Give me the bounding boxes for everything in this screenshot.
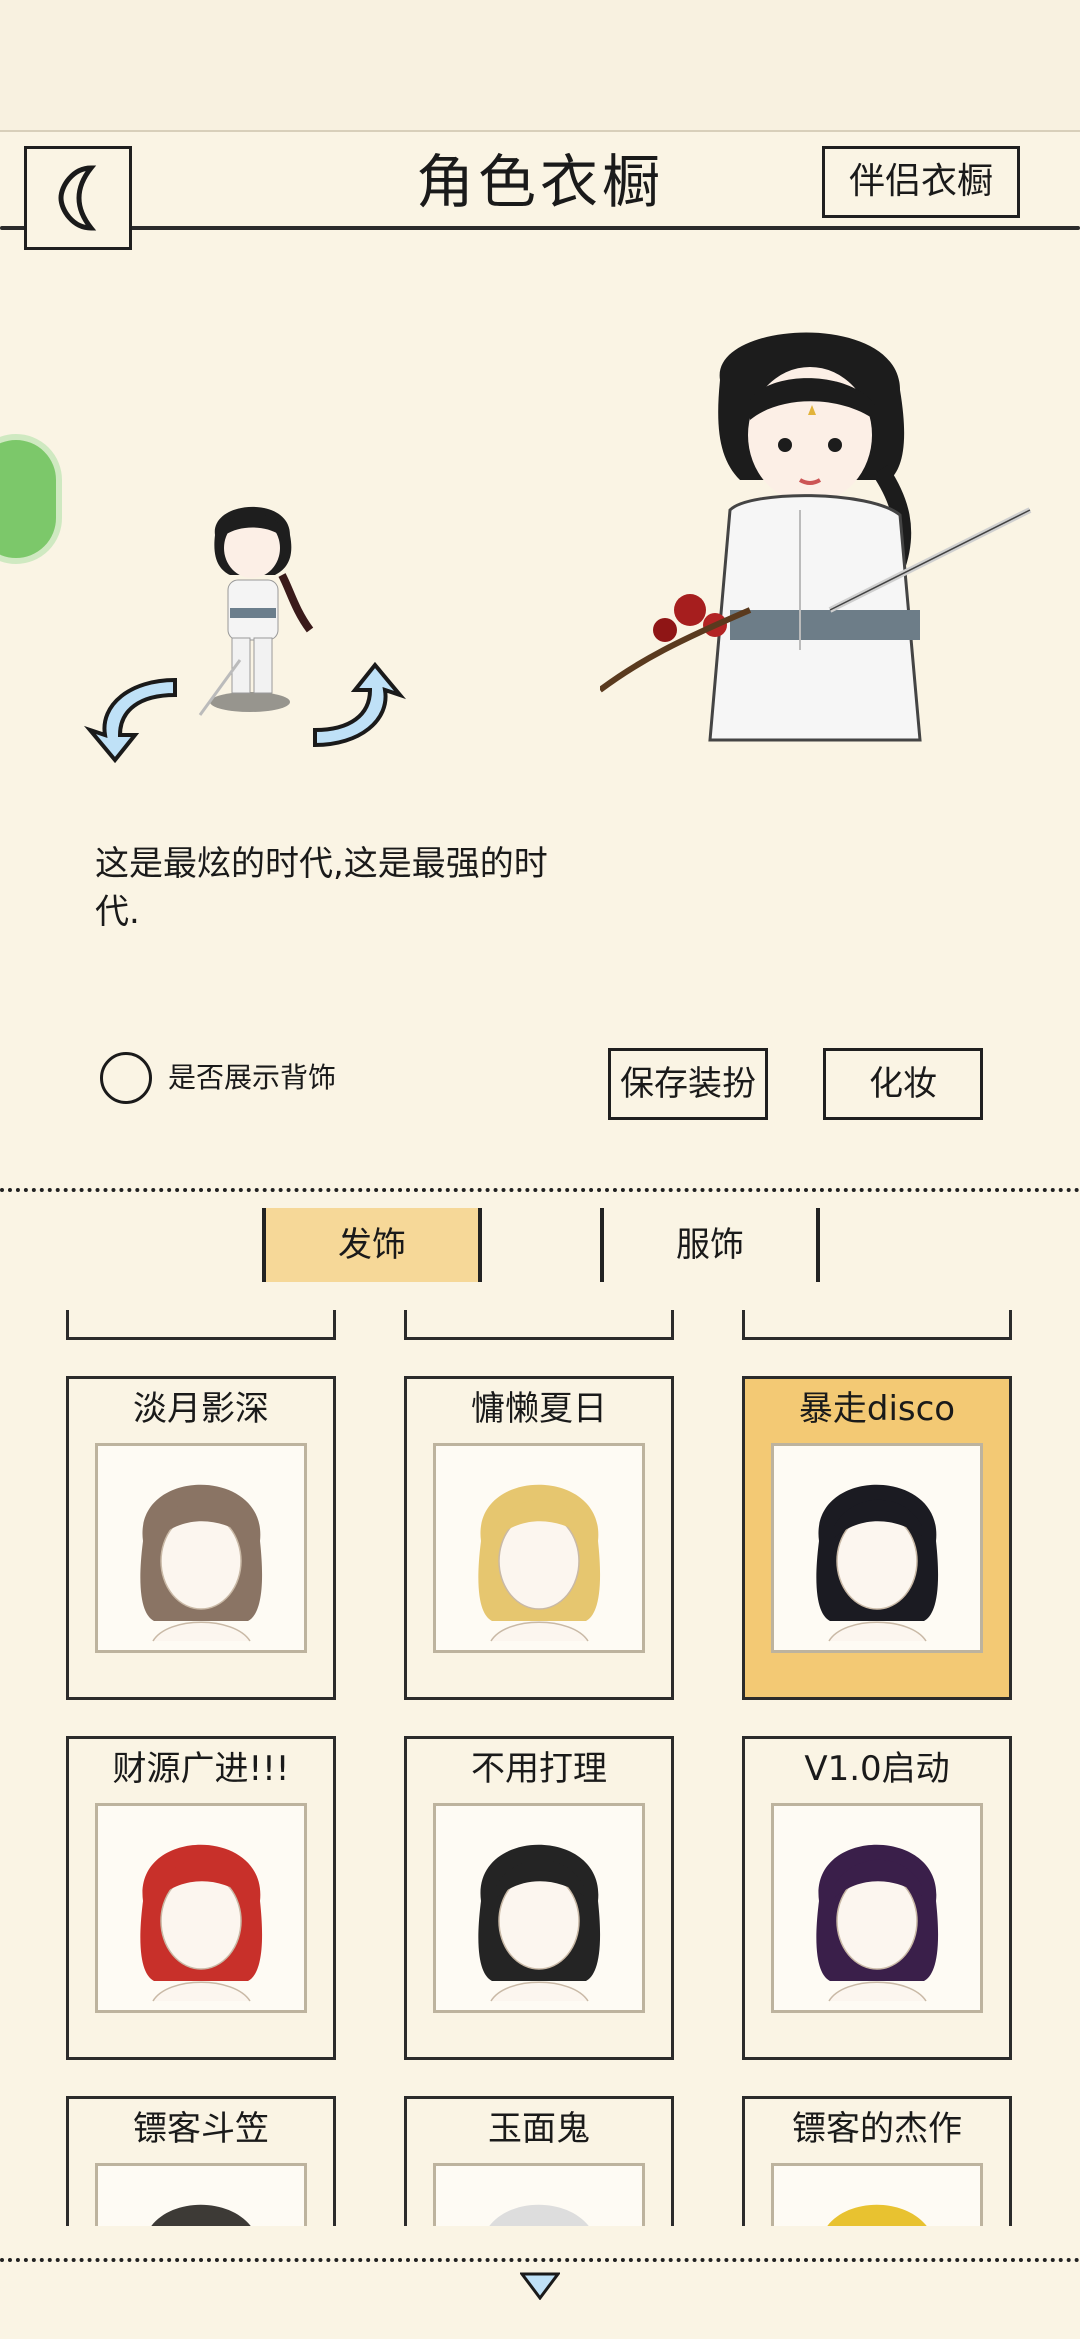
hair-item-thumbnail <box>433 1443 645 1653</box>
hair-item-name: V1.0启动 <box>804 1749 950 1789</box>
show-back-accessory-radio[interactable] <box>100 1052 152 1104</box>
hair-item-thumbnail <box>433 2163 645 2226</box>
hair-item-name: 不用打理 <box>471 1749 607 1789</box>
hair-item-thumbnail <box>771 1443 983 1653</box>
hair-item-card[interactable]: 玉面鬼 <box>404 2096 674 2226</box>
partner-wardrobe-button[interactable]: 伴侣衣橱 <box>822 146 1020 218</box>
hair-item-name: 镖客的杰作 <box>792 2109 962 2149</box>
hair-item-name: 财源广进!!! <box>112 1749 290 1789</box>
hair-item-thumbnail <box>771 2163 983 2226</box>
show-back-accessory-label: 是否展示背饰 <box>168 1061 337 1094</box>
section-divider-bottom <box>0 2258 1080 2262</box>
card-edge <box>404 1310 674 1340</box>
hair-item-thumbnail <box>95 1443 307 1653</box>
save-outfit-button[interactable]: 保存装扮 <box>608 1048 768 1120</box>
hair-item-card[interactable]: 镖客的杰作 <box>742 2096 1012 2226</box>
character-description: 这是最炫的时代,这是最强的时代. <box>95 844 548 932</box>
back-arrow-icon <box>58 165 97 231</box>
makeup-button[interactable]: 化妆 <box>823 1048 983 1120</box>
rotate-left-icon[interactable] <box>80 660 190 770</box>
rotate-right-icon[interactable] <box>300 660 410 770</box>
hair-item-name: 慵懒夏日 <box>471 1389 607 1429</box>
hair-item-name: 镖客斗笠 <box>133 2109 269 2149</box>
hair-item-card[interactable]: 淡月影深 <box>66 1376 336 1700</box>
back-button[interactable] <box>24 146 132 250</box>
hair-item-card[interactable]: 慵懒夏日 <box>404 1376 674 1700</box>
hair-item-name: 淡月影深 <box>133 1389 269 1429</box>
item-grid: 淡月影深 慵懒夏日 暴走disco 财源广进!!! 不用打理 V1.0启动镖客斗笠 玉面鬼 镖… <box>0 1310 1080 2226</box>
hair-item-thumbnail <box>95 2163 307 2226</box>
side-float-icon[interactable] <box>0 434 62 564</box>
hair-item-card[interactable]: 财源广进!!! <box>66 1736 336 2060</box>
tab-hair-accessory[interactable]: 发饰 <box>262 1208 482 1282</box>
hair-item-card[interactable]: 镖客斗笠 <box>66 2096 336 2226</box>
hair-item-card[interactable]: V1.0启动 <box>742 1736 1012 2060</box>
status-bar-area <box>0 0 1080 132</box>
card-edge <box>66 1310 336 1340</box>
hair-item-thumbnail <box>433 1803 645 2013</box>
hair-item-name: 暴走disco <box>798 1389 956 1429</box>
character-large-portrait <box>600 332 1032 742</box>
hair-item-thumbnail <box>771 1803 983 2013</box>
header-divider <box>0 226 1080 230</box>
card-edge <box>742 1310 1012 1340</box>
section-divider-top <box>0 1188 1080 1192</box>
hair-item-thumbnail <box>95 1803 307 2013</box>
page-title: 角色衣橱 <box>415 148 664 216</box>
hair-item-card[interactable]: 不用打理 <box>404 1736 674 2060</box>
hair-item-name: 玉面鬼 <box>488 2109 590 2149</box>
tab-clothing[interactable]: 服饰 <box>600 1208 820 1282</box>
hair-item-card[interactable]: 暴走disco <box>742 1376 1012 1700</box>
scroll-down-icon[interactable] <box>520 2272 560 2300</box>
